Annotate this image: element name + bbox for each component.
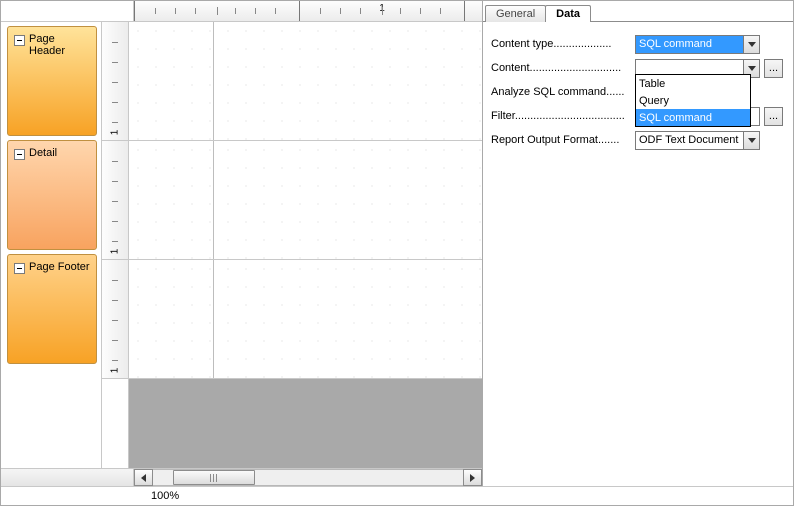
chevron-right-icon	[470, 474, 475, 482]
output-format-combo[interactable]: ODF Text Document	[635, 131, 760, 150]
vruler-mark: 1	[110, 249, 121, 255]
prop-row-content-type: Content type................... SQL comm…	[491, 32, 783, 56]
vruler-gray	[102, 379, 128, 468]
ellipsis-button[interactable]: ...	[764, 107, 783, 126]
properties-body: Content type................... SQL comm…	[483, 22, 793, 486]
main-row: 1 2 Page Header Detail	[1, 1, 793, 486]
dropdown-button[interactable]	[743, 35, 760, 54]
ruler-corner	[1, 1, 134, 21]
prop-label: Content type...................	[491, 38, 631, 50]
ruler-row: 1 2	[1, 1, 482, 22]
vertical-ruler[interactable]: 1	[102, 141, 128, 260]
design-canvas-scroll: Page Header Detail Page Footer 1	[1, 22, 482, 468]
status-bar: 100%	[1, 486, 793, 505]
prop-label: Report Output Format.......	[491, 134, 631, 146]
dropdown-button[interactable]	[743, 131, 760, 150]
properties-tabs: General Data	[483, 1, 793, 22]
report-designer-window: 1 2 Page Header Detail	[0, 0, 794, 506]
prop-label: Filter..................................…	[491, 110, 631, 122]
ellipsis-button[interactable]: ...	[764, 59, 783, 78]
properties-panel: General Data Content type...............…	[483, 1, 793, 486]
canvas-section-page-footer[interactable]	[129, 260, 482, 379]
scroll-right-button[interactable]	[463, 469, 482, 486]
collapse-icon[interactable]	[14, 263, 25, 274]
scrollbar-track[interactable]	[153, 469, 463, 486]
section-label-text: Page Header	[29, 33, 65, 57]
chevron-down-icon	[748, 66, 756, 71]
section-label-page-footer[interactable]: Page Footer	[7, 254, 97, 364]
section-label-text: Detail	[29, 147, 57, 159]
canvas-empty-area	[129, 379, 482, 468]
tab-general[interactable]: General	[485, 5, 546, 22]
dropdown-option-table[interactable]: Table	[636, 75, 750, 92]
section-labels-column: Page Header Detail Page Footer	[1, 22, 101, 468]
chevron-down-icon	[748, 138, 756, 143]
section-label-page-header[interactable]: Page Header	[7, 26, 97, 136]
vertical-ruler[interactable]: 1	[102, 22, 128, 141]
dropdown-option-sql-command[interactable]: SQL command	[636, 109, 750, 126]
vertical-ruler-column: 1 1 1	[101, 22, 129, 468]
canvas-column	[129, 22, 482, 468]
vruler-mark: 1	[110, 130, 121, 136]
vertical-ruler[interactable]: 1	[102, 260, 128, 379]
content-type-dropdown-list: Table Query SQL command	[635, 74, 751, 127]
chevron-left-icon	[141, 474, 146, 482]
prop-row-output-format: Report Output Format....... ODF Text Doc…	[491, 128, 783, 152]
prop-label: Content..............................	[491, 62, 631, 74]
section-label-text: Page Footer	[29, 261, 90, 273]
collapse-icon[interactable]	[14, 149, 25, 160]
collapse-icon[interactable]	[14, 35, 25, 46]
canvas-section-detail[interactable]	[129, 141, 482, 260]
vruler-mark: 1	[110, 368, 121, 374]
zoom-level[interactable]: 100%	[151, 490, 179, 502]
horizontal-scrollbar	[1, 468, 482, 486]
dropdown-option-query[interactable]: Query	[636, 92, 750, 109]
chevron-down-icon	[748, 42, 756, 47]
scrollbar-thumb[interactable]	[173, 470, 255, 485]
design-area: 1 2 Page Header Detail	[1, 1, 483, 486]
section-label-detail[interactable]: Detail	[7, 140, 97, 250]
canvas-section-page-header[interactable]	[129, 22, 482, 141]
scroll-left-button[interactable]	[134, 469, 153, 486]
tab-data[interactable]: Data	[545, 5, 591, 22]
content-type-combo[interactable]: SQL command	[635, 35, 760, 54]
prop-label: Analyze SQL command......	[491, 86, 631, 98]
horizontal-ruler[interactable]: 1 2	[134, 1, 482, 21]
